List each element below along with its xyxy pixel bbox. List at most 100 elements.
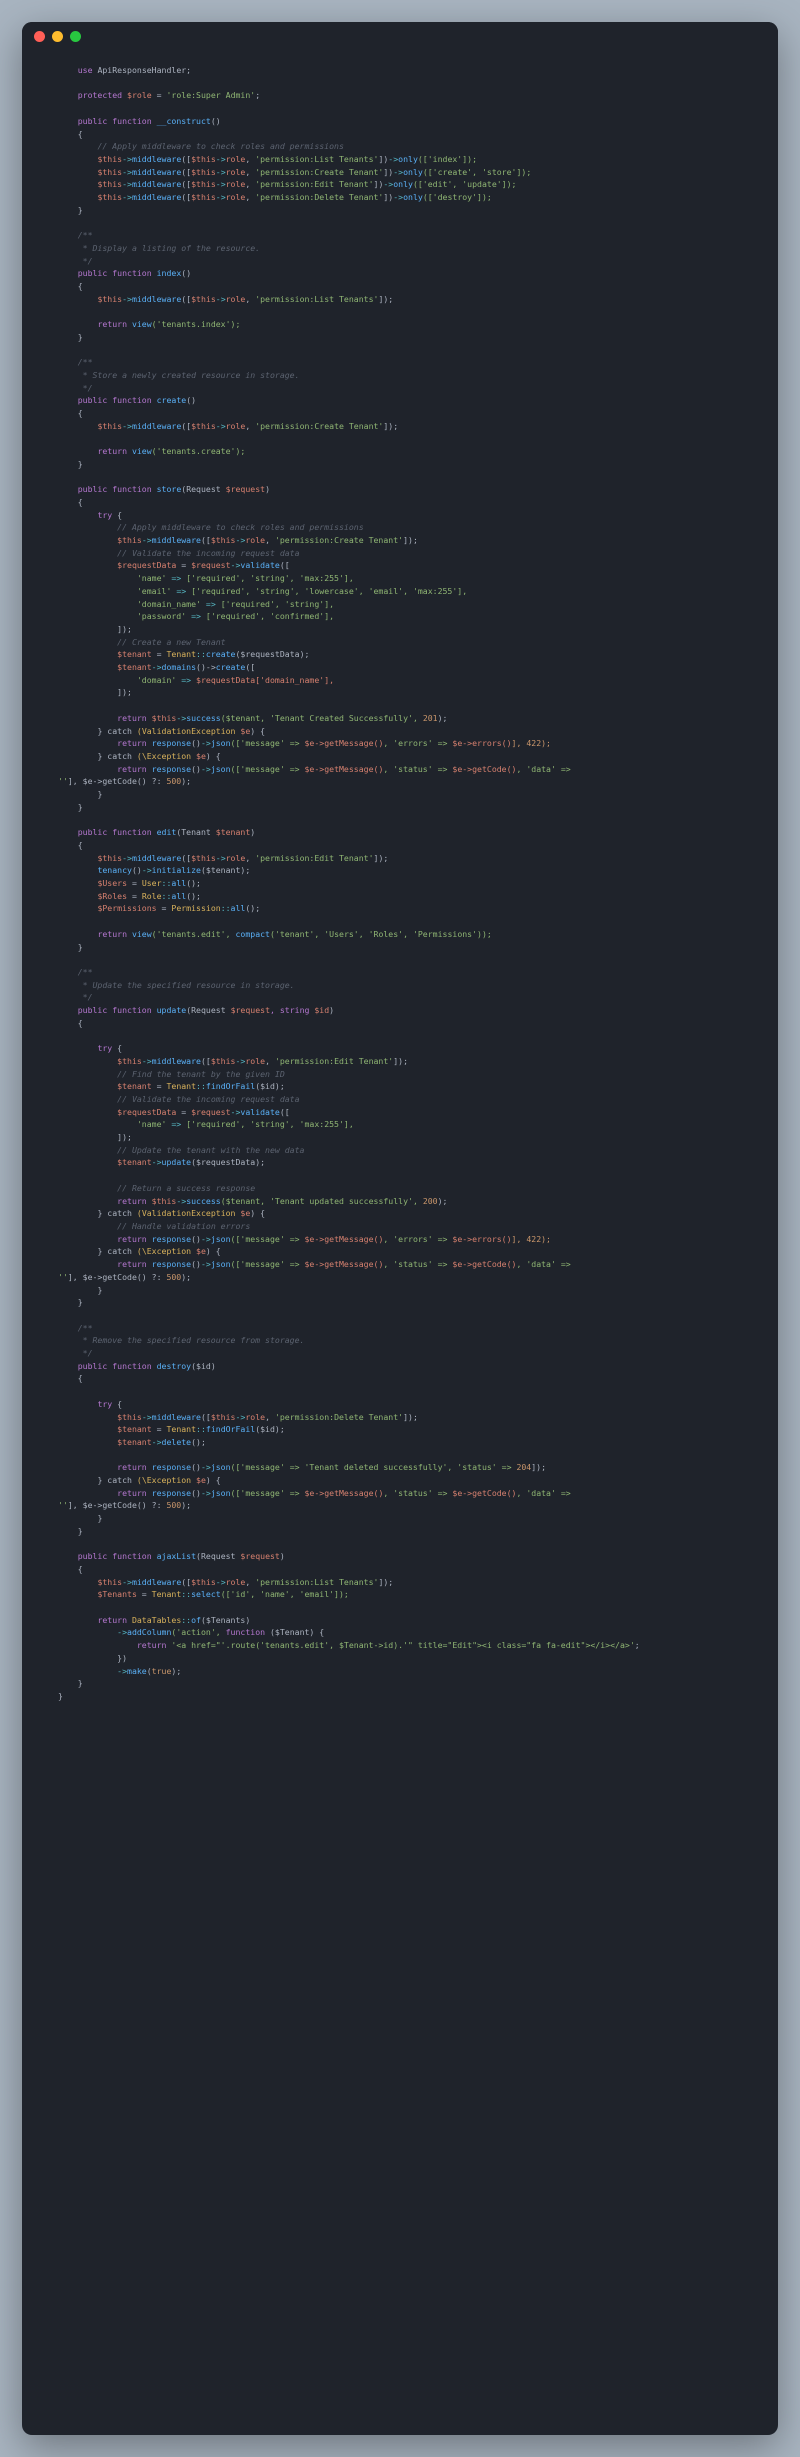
code-area[interactable]: use ApiResponseHandler; protected $role … (22, 50, 778, 1743)
prop: role (226, 853, 246, 863)
op: => (176, 675, 196, 685)
str: 'role:Super Admin' (166, 90, 255, 100)
type: (ValidationException (137, 1208, 241, 1218)
str: (['create', 'store']); (423, 167, 531, 177)
num: ], 422); (512, 738, 551, 748)
str: , 'data' => (516, 764, 575, 774)
op: -> (201, 1234, 211, 1244)
comment: // Find the tenant by the given ID (117, 1069, 285, 1079)
kw: public (78, 395, 108, 405)
pn: ([ (181, 179, 191, 189)
comment: * Update the specified resource in stora… (78, 980, 295, 990)
pn: ) (265, 484, 270, 494)
str: 'permission:Create Tenant' (255, 421, 383, 431)
str: '' (58, 1272, 68, 1282)
pn: { (78, 1564, 83, 1574)
op: :: (181, 1589, 191, 1599)
pn: ]) (378, 154, 388, 164)
fn: create (206, 649, 236, 659)
pn: { (117, 510, 122, 520)
str: 'name' (137, 573, 167, 583)
var: $this (97, 421, 122, 431)
type: (\Exception (137, 751, 196, 761)
op: -> (216, 294, 226, 304)
fn: middleware (152, 535, 201, 545)
str: 'domain_name' (137, 599, 201, 609)
str: (['edit', 'update']); (413, 179, 517, 189)
str: (['message' => (231, 1488, 305, 1498)
var: $e->getMessage() (305, 1488, 384, 1498)
pn: () (181, 268, 191, 278)
str: 'permission:Create Tenant' (255, 167, 383, 177)
fn: middleware (132, 1577, 181, 1587)
pn: (Request (186, 1005, 230, 1015)
var: $e->errors() (452, 1234, 511, 1244)
kw: function (112, 1361, 151, 1371)
fn: json (211, 738, 231, 748)
var: $e (240, 1208, 250, 1218)
op: :: (196, 1424, 206, 1434)
kw: try (97, 1043, 112, 1053)
var: $requestData (117, 560, 176, 570)
kw: public (78, 116, 108, 126)
stage: use ApiResponseHandler; protected $role … (0, 0, 800, 2457)
var: $this (97, 192, 122, 202)
comment: * Remove the specified resource from sto… (78, 1335, 305, 1345)
kw: function (112, 395, 151, 405)
fn: middleware (152, 1056, 201, 1066)
num: 204 (516, 1462, 531, 1472)
op: -> (383, 179, 393, 189)
pn: } (78, 332, 83, 342)
op: -> (201, 1488, 211, 1498)
kw: } catch (97, 1246, 132, 1256)
var: $this (117, 535, 142, 545)
prop: role (245, 535, 265, 545)
fn: all (171, 891, 186, 901)
pn: { (78, 408, 83, 418)
op: -> (122, 154, 132, 164)
close-icon[interactable] (34, 31, 45, 42)
str: 'permission:Edit Tenant' (255, 179, 373, 189)
str: 'permission:Delete Tenant' (275, 1412, 403, 1422)
op: -> (393, 167, 403, 177)
var: $this (97, 294, 122, 304)
op: -> (201, 738, 211, 748)
fn: create (216, 662, 246, 672)
pn: () (211, 116, 221, 126)
fn: middleware (132, 167, 181, 177)
comment: */ (78, 992, 93, 1002)
fn: make (127, 1666, 147, 1676)
comment: /** (78, 230, 93, 240)
fn: middleware (152, 1412, 201, 1422)
kw: return (117, 1488, 147, 1498)
kw: try (97, 510, 112, 520)
pn: ([ (201, 1056, 211, 1066)
str: , 'status' => (383, 764, 452, 774)
pn: ); (181, 1272, 191, 1282)
op: => (201, 599, 221, 609)
str: '<a href="'.route('tenants.edit', $Tenan… (171, 1640, 634, 1650)
kw: return (97, 319, 127, 329)
kw: public (78, 268, 108, 278)
fn: addColumn (127, 1627, 171, 1637)
fn: response (152, 1462, 191, 1472)
fn: tenancy (97, 865, 132, 875)
fn: response (152, 738, 191, 748)
var: $tenant (117, 1081, 152, 1091)
minimize-icon[interactable] (52, 31, 63, 42)
fn: delete (162, 1437, 192, 1447)
pn: ($id) (191, 1361, 216, 1371)
pn: (); (186, 891, 201, 901)
type: Tenant (166, 1424, 196, 1434)
pn: ) (329, 1005, 334, 1015)
pn: { (117, 1043, 122, 1053)
fn-edit: edit (157, 827, 177, 837)
num: 500 (166, 1500, 181, 1510)
var: $this (191, 1577, 216, 1587)
comment: // Create a new Tenant (117, 637, 225, 647)
var: $Permissions (97, 903, 156, 913)
kw: return (117, 738, 147, 748)
zoom-icon[interactable] (70, 31, 81, 42)
kw-protected: protected (78, 90, 122, 100)
comment: // Handle validation errors (117, 1221, 250, 1231)
